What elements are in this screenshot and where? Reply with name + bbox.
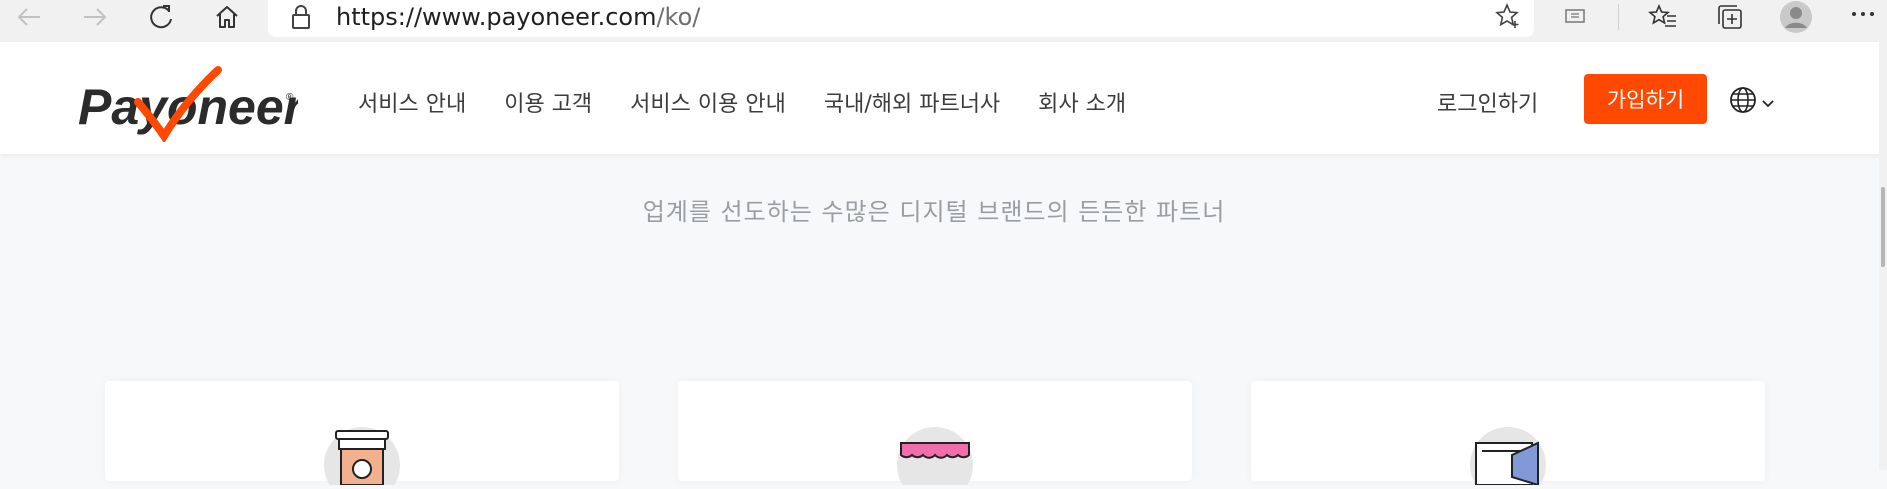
site-header: Payoneer ® 서비스 안내 이용 고객 서비스 이용 안내 국내/해외 … [0,42,1887,154]
menu-item-customers[interactable]: 이용 고객 [504,86,592,118]
signup-button[interactable]: 가입하기 [1584,74,1707,124]
refresh-icon[interactable] [146,0,176,34]
more-icon[interactable] [1850,4,1876,28]
coffee-cup-icon [322,425,402,489]
feature-card [678,381,1192,489]
back-icon[interactable] [14,0,44,34]
partners-tagline: 업계를 선도하는 수많은 디지털 브랜드의 든든한 파트너 [642,198,1226,226]
reading-view-icon[interactable] [1562,2,1588,34]
url-text[interactable]: https://www.payoneer.com/ko/ [336,3,700,31]
forward-icon[interactable] [80,0,110,34]
menu-item-about[interactable]: 회사 소개 [1038,86,1126,118]
payoneer-logo[interactable]: Payoneer ® [78,62,306,146]
feature-card [1251,381,1765,489]
lock-icon[interactable] [290,3,312,35]
scrollbar-thumb[interactable] [1881,187,1885,267]
menu-item-services[interactable]: 서비스 안내 [358,86,466,118]
globe-icon [1729,86,1757,118]
collections-icon[interactable] [1715,2,1745,36]
svg-text:®: ® [286,92,294,103]
main-menu: 서비스 안내 이용 고객 서비스 이용 안내 국내/해외 파트너사 회사 소개 [358,86,1126,118]
page-scrollbar[interactable] [1879,42,1887,470]
storefront-icon [895,425,975,489]
login-link[interactable]: 로그인하기 [1437,86,1538,118]
menu-item-how-to-use[interactable]: 서비스 이용 안내 [630,86,786,118]
language-selector[interactable] [1729,86,1775,118]
star-icon[interactable] [1494,2,1522,34]
chevron-down-icon [1761,93,1775,112]
home-icon[interactable] [212,0,242,34]
toolbar-divider [1618,4,1619,30]
menu-item-partners[interactable]: 국내/해외 파트너사 [824,86,1000,118]
megaphone-icon [1468,425,1548,489]
browser-toolbar: https://www.payoneer.com/ko/ [0,0,1887,42]
address-bar[interactable]: https://www.payoneer.com/ko/ [268,0,1534,37]
profile-icon[interactable] [1779,0,1813,38]
favorites-icon[interactable] [1648,2,1678,36]
feature-card [105,381,619,489]
